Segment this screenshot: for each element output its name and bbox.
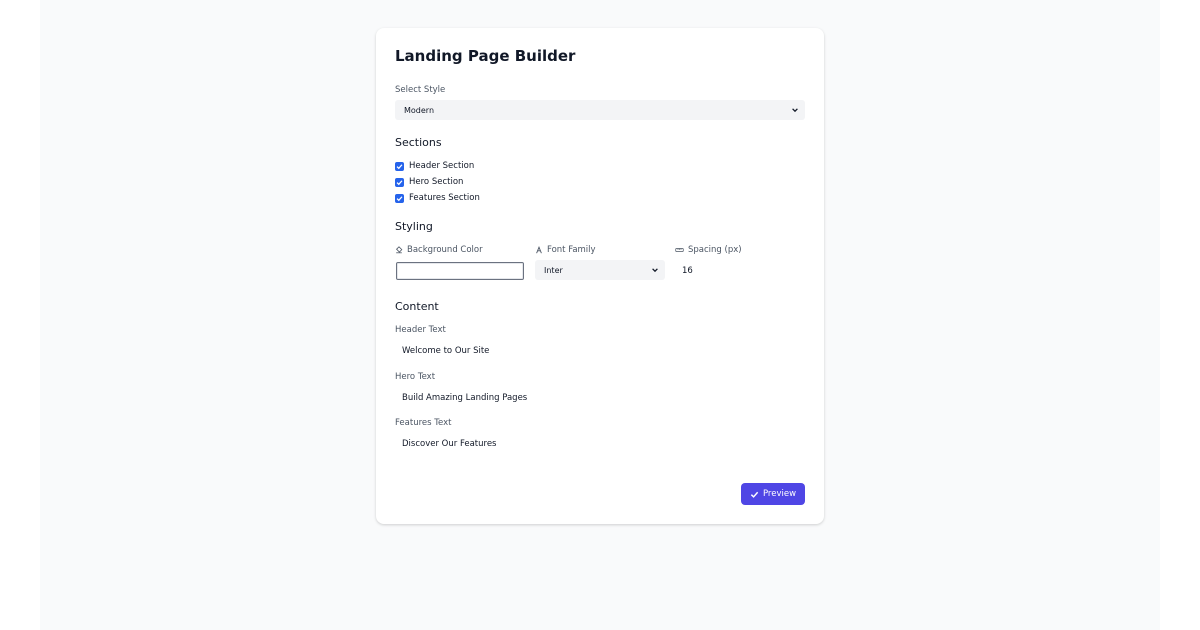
spacing-input[interactable]: 16	[682, 266, 693, 276]
header-section-label: Header Section	[409, 161, 475, 171]
section-option-features[interactable]: Features Section	[395, 193, 480, 203]
features-text-label: Features Text	[395, 418, 452, 428]
font-icon	[536, 245, 542, 253]
spacing-label: Spacing (px)	[688, 245, 742, 255]
checkmark-icon	[396, 163, 403, 169]
font-family-label-row: Font Family	[535, 245, 596, 255]
hero-section-checkbox[interactable]	[395, 177, 404, 187]
header-text-label: Header Text	[395, 325, 446, 335]
hero-section-label: Hero Section	[409, 177, 464, 187]
background-color-label: Background Color	[407, 245, 483, 255]
font-family-label: Font Family	[547, 245, 596, 255]
page-title: Landing Page Builder	[395, 47, 576, 65]
content-heading: Content	[395, 300, 439, 313]
header-text-input[interactable]: Welcome to Our Site	[402, 346, 489, 356]
features-section-checkbox[interactable]	[395, 193, 404, 203]
paint-bucket-icon	[396, 245, 403, 253]
hero-text-label: Hero Text	[395, 372, 436, 382]
select-style-label: Select Style	[395, 85, 446, 95]
background-color-label-row: Background Color	[395, 245, 483, 255]
header-section-checkbox[interactable]	[395, 161, 404, 171]
sections-heading: Sections	[395, 136, 442, 149]
ruler-icon	[675, 247, 684, 252]
check-icon	[750, 491, 759, 498]
background-color-input[interactable]	[396, 262, 524, 280]
checkmark-icon	[396, 195, 403, 201]
section-option-header[interactable]: Header Section	[395, 161, 474, 171]
font-family-value: Inter	[544, 265, 563, 275]
features-section-label: Features Section	[409, 193, 480, 203]
builder-card: Landing Page Builder Select Style Modern…	[376, 28, 824, 524]
section-option-hero[interactable]: Hero Section	[395, 177, 463, 187]
chevron-down-icon	[652, 268, 658, 273]
checkmark-icon	[396, 179, 403, 185]
preview-button[interactable]: Preview	[741, 483, 805, 505]
font-family-select[interactable]: Inter	[535, 260, 665, 280]
preview-button-label: Preview	[762, 489, 797, 499]
styling-heading: Styling	[395, 220, 433, 233]
features-text-input[interactable]: Discover Our Features	[402, 439, 497, 449]
style-select-value: Modern	[404, 105, 435, 115]
style-select[interactable]: Modern	[395, 100, 805, 120]
chevron-down-icon	[792, 108, 798, 113]
hero-text-input[interactable]: Build Amazing Landing Pages	[402, 393, 527, 403]
spacing-label-row: Spacing (px)	[675, 245, 742, 255]
